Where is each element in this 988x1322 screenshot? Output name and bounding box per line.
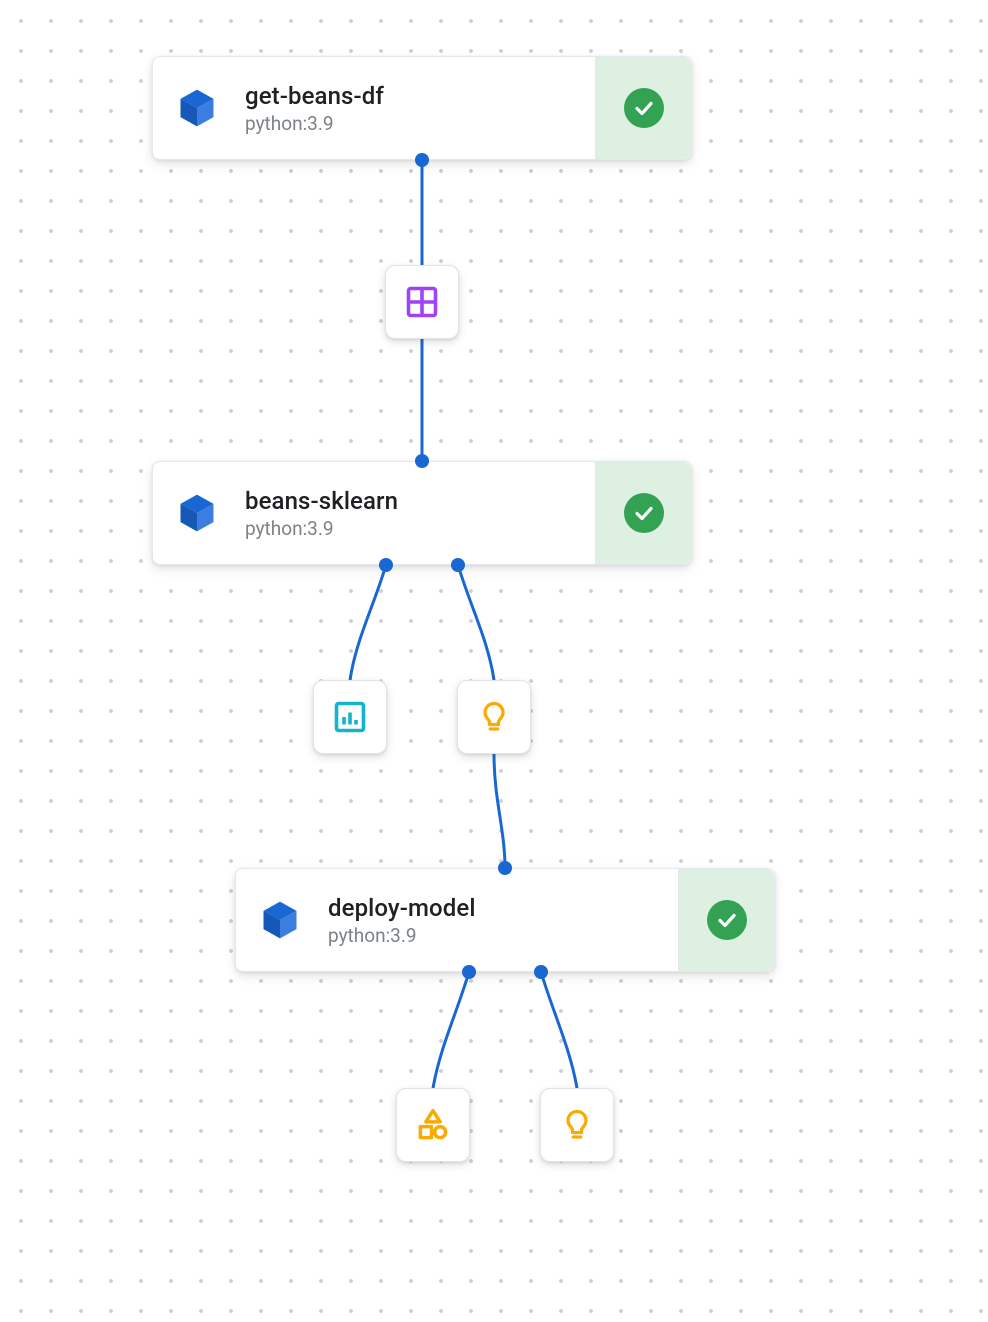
cube-icon [175,491,219,535]
success-icon [707,900,747,940]
node-subtitle: python:3.9 [328,924,678,947]
pipeline-node-deploy-model[interactable]: deploy-model python:3.9 [235,868,775,972]
node-status [595,462,691,564]
node-title: beans-sklearn [245,487,595,515]
port [415,454,429,468]
lightbulb-icon [559,1107,595,1143]
node-title: get-beans-df [245,82,595,110]
node-title: deploy-model [328,894,678,922]
port [498,861,512,875]
component-icon [153,462,241,564]
port [379,558,393,572]
pipeline-canvas[interactable]: get-beans-df python:3.9 beans-sklearn py… [0,0,988,1322]
artifact-metrics[interactable] [313,680,387,754]
success-icon [624,88,664,128]
pipeline-node-beans-sklearn[interactable]: beans-sklearn python:3.9 [152,461,692,565]
node-subtitle: python:3.9 [245,517,595,540]
pipeline-edges [0,0,988,1322]
success-icon [624,493,664,533]
node-subtitle: python:3.9 [245,112,595,135]
cube-icon [258,898,302,942]
node-status [595,57,691,159]
artifact-model-2[interactable] [540,1088,614,1162]
pipeline-node-get-beans-df[interactable]: get-beans-df python:3.9 [152,56,692,160]
component-icon [236,869,324,971]
node-status [678,869,774,971]
component-icon [153,57,241,159]
artifact-endpoint[interactable] [396,1088,470,1162]
artifact-dataset[interactable] [385,265,459,339]
bar-chart-icon [332,699,368,735]
port [451,558,465,572]
grid-icon [404,284,440,320]
port [534,965,548,979]
port [462,965,476,979]
cube-icon [175,86,219,130]
shapes-icon [414,1106,452,1144]
port [415,153,429,167]
artifact-model[interactable] [457,680,531,754]
lightbulb-icon [476,699,512,735]
